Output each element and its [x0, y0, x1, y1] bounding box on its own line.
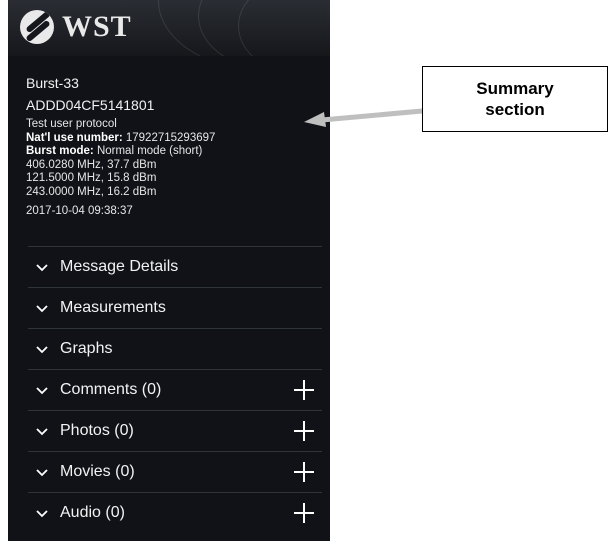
burst-mode-value: Normal mode (short) [96, 145, 203, 158]
natl-use-value: 17922715293697 [125, 131, 216, 144]
section-list: Message Details Measurements Graphs Comm… [28, 246, 322, 533]
logo-text: WST [62, 10, 132, 43]
burst-name: Burst-33 [26, 75, 79, 91]
add-photo-plus-icon[interactable] [294, 421, 314, 441]
wst-logo-icon [20, 10, 54, 44]
timestamp: 2017-10-04 09:38:37 [26, 204, 133, 217]
summary-section: Burst-33 ADDD04CF5141801 Test user proto… [26, 72, 326, 218]
frequency-line-1: 406.0280 MHz, 37.7 dBm [26, 158, 157, 171]
add-movie-plus-icon[interactable] [294, 462, 314, 482]
chevron-down-icon [36, 510, 48, 518]
callout-line-1: Summary [476, 79, 554, 98]
section-audio[interactable]: Audio (0) [28, 492, 322, 533]
burst-mode-label: Burst mode: [26, 145, 94, 158]
frequency-line-3: 243.0000 MHz, 16.2 dBm [26, 185, 157, 198]
callout-label: Summary section [455, 78, 575, 120]
section-label: Measurements [60, 299, 166, 316]
natl-use-label: Nat'l use number: [26, 131, 123, 144]
app-logo: WST [20, 10, 132, 44]
app-header: WST [8, 0, 330, 56]
chevron-down-icon [36, 264, 48, 272]
beacon-id: ADDD04CF5141801 [26, 97, 155, 113]
section-label: Movies (0) [60, 463, 135, 480]
callout-arrow [304, 108, 424, 127]
section-label: Photos (0) [60, 422, 134, 439]
natl-use-line: Nat'l use number: 17922715293697 [26, 132, 326, 146]
header-decoration [238, 0, 330, 56]
summary-callout-box: Summary section [422, 66, 608, 132]
protocol-text: Test user protocol [26, 118, 117, 130]
section-label: Audio (0) [60, 504, 125, 521]
section-label: Message Details [60, 258, 179, 275]
section-photos[interactable]: Photos (0) [28, 410, 322, 451]
burst-mode-line: Burst mode: Normal mode (short) [26, 145, 326, 159]
section-label: Comments (0) [60, 381, 162, 398]
chevron-down-icon [36, 346, 48, 354]
section-movies[interactable]: Movies (0) [28, 451, 322, 492]
section-graphs[interactable]: Graphs [28, 328, 322, 369]
chevron-down-icon [36, 387, 48, 395]
chevron-down-icon [36, 305, 48, 313]
frequency-line-2: 121.5000 MHz, 15.8 dBm [26, 172, 157, 185]
add-comment-plus-icon[interactable] [294, 380, 314, 400]
chevron-down-icon [36, 469, 48, 477]
section-comments[interactable]: Comments (0) [28, 369, 322, 410]
app-screen: WST Burst-33 ADDD04CF5141801 Test user p… [8, 0, 330, 541]
callout-line-2: section [485, 100, 545, 119]
add-audio-plus-icon[interactable] [294, 503, 314, 523]
section-label: Graphs [60, 340, 113, 357]
section-message-details[interactable]: Message Details [28, 246, 322, 287]
chevron-down-icon [36, 428, 48, 436]
section-measurements[interactable]: Measurements [28, 287, 322, 328]
